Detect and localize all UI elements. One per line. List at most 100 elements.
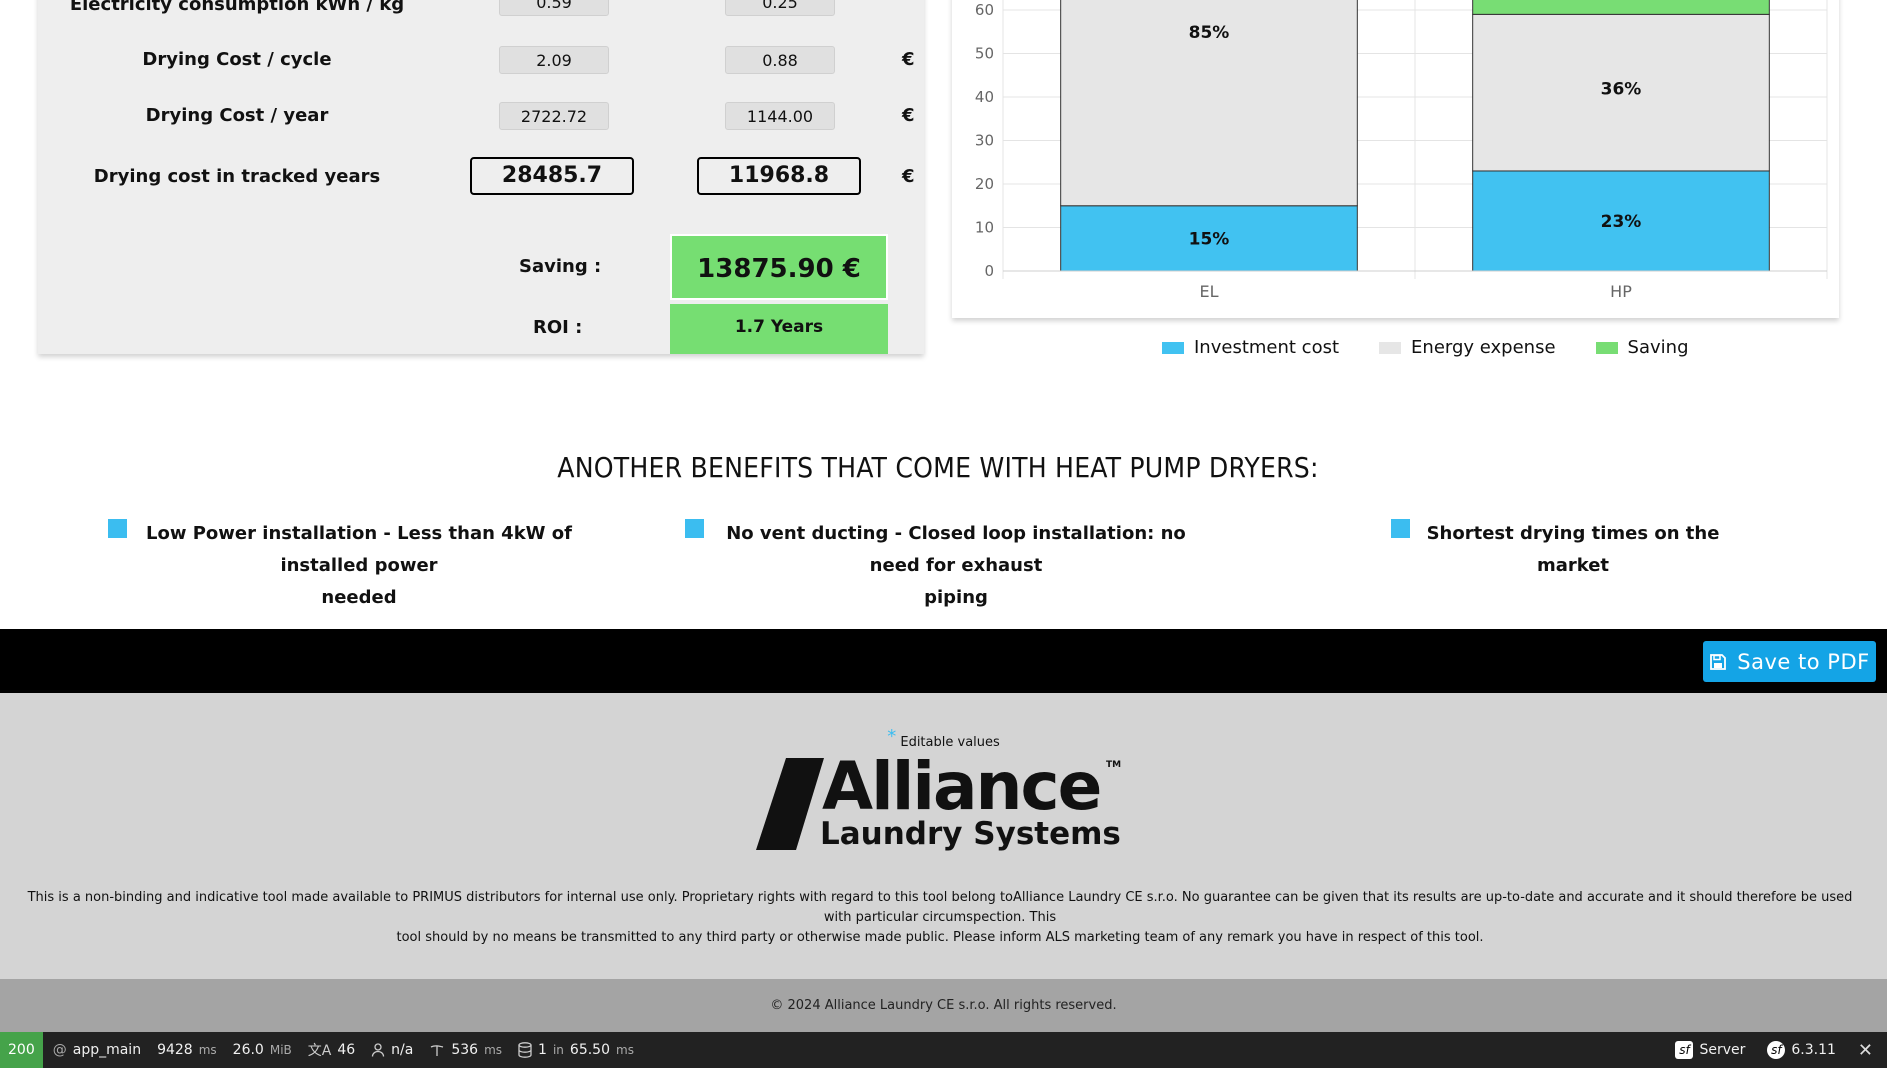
user-icon (372, 1043, 385, 1057)
saving-value: 13875.90 € (670, 234, 888, 300)
el-tracked-value: 28485.7 (470, 157, 634, 195)
legend-label-investment: Investment cost (1194, 337, 1340, 358)
editable-values-note: * Editable values (0, 726, 1887, 750)
legend-swatch-saving (1595, 341, 1618, 354)
euro-unit: € (902, 105, 915, 126)
disclaimer-line1: This is a non-binding and indicative too… (27, 890, 1853, 925)
symfony-logo-icon: sf (1675, 1041, 1694, 1059)
benefit-square-icon (1391, 519, 1410, 538)
row-label-cost-year: Drying Cost / year (145, 105, 329, 126)
benefit-text-line2: needed (321, 587, 397, 608)
legend-item-investment[interactable]: Investment cost (1162, 337, 1339, 358)
y-tick-label: 50 (975, 45, 994, 63)
y-tick-label: 40 (975, 88, 994, 106)
benefit-text-line1: Shortest drying times on the market (1426, 523, 1720, 576)
memory-unit: MiB (269, 1043, 292, 1057)
legend-item-saving[interactable]: Saving (1595, 337, 1689, 358)
symfony-circle-icon: sf (1767, 1041, 1786, 1059)
floppy-disk-icon (1710, 653, 1727, 670)
memory-item[interactable]: 26.0 MiB (233, 1042, 292, 1058)
request-time-value: 9428 (157, 1042, 193, 1058)
symfony-version: 6.3.11 (1791, 1042, 1836, 1058)
legend-label-saving: Saving (1627, 337, 1689, 358)
x-tick-label: EL (1199, 282, 1218, 301)
translation-item[interactable]: 文A 46 (308, 1040, 355, 1060)
y-tick-label: 20 (975, 175, 994, 193)
hp-cost-year-value: 1144.00 (725, 102, 835, 130)
editable-asterisk: * (887, 726, 897, 747)
server-label: Server (1699, 1042, 1746, 1058)
benefit-item-shortest: Shortest drying times on the market (1418, 518, 1728, 582)
bar-segment (1472, 0, 1770, 15)
bar-data-label: 85% (1189, 23, 1230, 43)
twig-leaf-icon (431, 1045, 444, 1056)
legend-label-energy: Energy expense (1411, 337, 1556, 358)
route-item[interactable]: @ app_main (53, 1042, 141, 1058)
benefit-item-low-power: Low Power installation - Less than 4kW o… (130, 518, 588, 614)
status-code-badge[interactable]: 200 (0, 1032, 43, 1068)
benefits-title: ANOTHER BENEFITS THAT COME WITH HEAT PUM… (557, 451, 1319, 484)
legend-swatch-investment (1162, 341, 1184, 354)
db-time-unit: ms (616, 1043, 634, 1057)
at-icon: @ (52, 1042, 67, 1058)
legend-item-energy[interactable]: Energy expense (1379, 337, 1556, 358)
twig-time-value: 536 (451, 1042, 479, 1058)
bar-data-label: 23% (1601, 212, 1642, 232)
disclaimer: This is a non-binding and indicative too… (14, 888, 1866, 948)
y-tick-label: 60 (975, 1, 994, 19)
symfony-version-item[interactable]: sf 6.3.11 (1767, 1041, 1836, 1059)
database-item[interactable]: 1 in 65.50 ms (518, 1042, 634, 1058)
twig-item[interactable]: 536 ms (429, 1042, 502, 1058)
benefit-text-line1: Low Power installation - Less than 4kW o… (146, 523, 572, 576)
request-time-item[interactable]: 9428 ms (157, 1042, 217, 1058)
disclaimer-line2: tool should by no means be transmitted t… (396, 930, 1484, 945)
hp-tracked-value: 11968.8 (697, 157, 861, 195)
benefit-item-no-vent: No vent ducting - Closed loop installati… (707, 518, 1205, 614)
row-label-tracked-years: Drying cost in tracked years (93, 166, 381, 187)
benefit-text-line2: piping (924, 587, 988, 608)
copyright: © 2024 Alliance Laundry CE s.r.o. All ri… (0, 979, 1887, 1032)
translation-count: 46 (337, 1042, 356, 1058)
user-value: n/a (391, 1042, 414, 1058)
hp-cost-cycle-value: 0.88 (725, 46, 835, 74)
roi-label: ROI : (533, 317, 583, 338)
stacked-bar-chart: 0 10 20 30 40 50 60 15% 85% EL 23% 36% HP (975, 0, 1828, 301)
logo-trademark: TM (1106, 760, 1122, 770)
chart-legend: Investment cost Energy expense Saving (1162, 337, 1689, 358)
x-tick-label: HP (1610, 282, 1632, 301)
benefit-square-icon (108, 519, 127, 538)
chart-panel: 0 10 20 30 40 50 60 15% 85% EL 23% 36% HP (952, 0, 1839, 318)
memory-value: 26.0 (232, 1042, 264, 1058)
y-tick-label: 10 (975, 219, 994, 237)
el-cost-year-value: 2722.72 (499, 102, 609, 130)
el-electricity-value: 0.59 (499, 0, 609, 16)
bar-data-label: 15% (1189, 229, 1230, 249)
db-time-value: 65.50 (569, 1042, 610, 1058)
bar-data-label: 36% (1601, 79, 1642, 99)
database-icon (518, 1042, 532, 1058)
db-query-count: 1 (538, 1042, 547, 1058)
y-tick-label: 30 (975, 132, 994, 150)
logo-slash-icon (756, 758, 824, 850)
benefit-text-line1: No vent ducting - Closed loop installati… (726, 523, 1186, 576)
logo-word-alliance: Alliance (822, 748, 1102, 825)
twig-time-unit: ms (484, 1043, 503, 1057)
route-name: app_main (72, 1042, 142, 1058)
euro-unit: € (902, 166, 915, 187)
debug-toolbar: 200 @ app_main 9428 ms 26.0 MiB 文A 46 n/… (0, 1032, 1887, 1068)
saving-label: Saving : (519, 256, 602, 277)
row-label-cost-cycle: Drying Cost / cycle (142, 49, 332, 70)
server-item[interactable]: sf Server (1675, 1041, 1745, 1059)
legend-swatch-energy (1379, 341, 1402, 354)
action-bar (0, 629, 1887, 693)
close-icon[interactable]: ✕ (1858, 1040, 1873, 1061)
user-item[interactable]: n/a (371, 1042, 413, 1058)
euro-unit: € (902, 49, 915, 70)
roi-value: 1.7 Years (670, 304, 888, 354)
el-cost-cycle-value: 2.09 (499, 46, 609, 74)
request-time-unit: ms (198, 1043, 217, 1057)
save-to-pdf-button[interactable]: Save to PDF (1703, 641, 1876, 682)
logo-word-laundry-systems: Laundry Systems (820, 816, 1121, 852)
hp-electricity-value: 0.25 (725, 0, 835, 16)
row-label-electricity: Electricity consumption kWh / kg (69, 0, 405, 15)
